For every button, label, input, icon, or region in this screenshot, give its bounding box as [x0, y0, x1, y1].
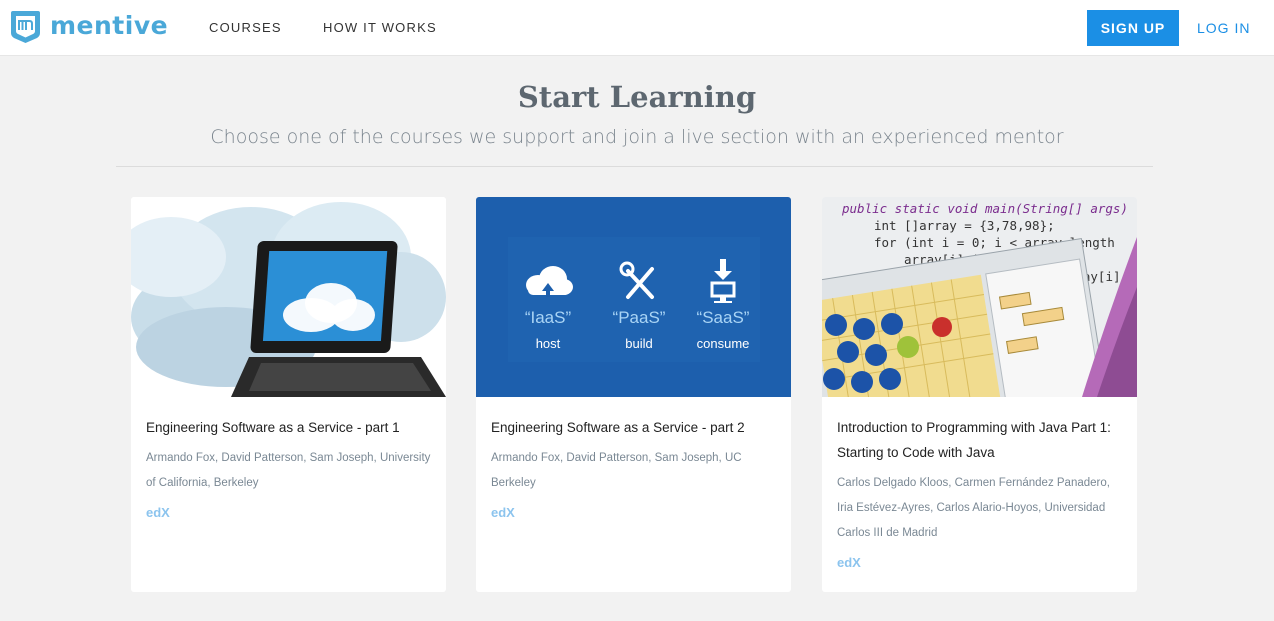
course-title[interactable]: Introduction to Programming with Java Pa… [837, 415, 1122, 465]
paas-sub-label: build [625, 336, 652, 351]
course-title[interactable]: Engineering Software as a Service - part… [146, 415, 431, 440]
course-title[interactable]: Engineering Software as a Service - part… [491, 415, 776, 440]
iaas-label: “IaaS” [525, 308, 572, 327]
nav-courses-link[interactable]: COURSES [209, 20, 282, 35]
code-line: int []array = {3,78,98}; [874, 218, 1055, 233]
divider [116, 166, 1153, 167]
code-line: public static void main(String[] args) [841, 201, 1128, 216]
page-subtitle: Choose one of the courses we support and… [210, 126, 1064, 148]
course-provider: edX [146, 505, 170, 520]
saas-sub-label: consume [697, 336, 750, 351]
iaas-paas-saas-image: “IaaS” host “PaaS” build “SaaS” consume [476, 197, 791, 397]
sign-up-button[interactable]: SIGN UP [1087, 10, 1179, 46]
java-code-image: public static void main(String[] args) i… [822, 197, 1137, 397]
course-provider: edX [837, 555, 861, 570]
course-provider: edX [491, 505, 515, 520]
mentive-logo[interactable]: mentive [9, 9, 168, 44]
course-card[interactable]: “IaaS” host “PaaS” build “SaaS” consume … [476, 197, 791, 592]
brand-name: mentive [50, 11, 169, 40]
cloud-laptop-image [131, 197, 446, 397]
log-in-link[interactable]: LOG IN [1197, 20, 1250, 36]
top-navbar: mentive COURSES HOW IT WORKS SIGN UP LOG… [0, 0, 1274, 56]
course-authors: Carlos Delgado Kloos, Carmen Fernández P… [837, 477, 1110, 539]
course-card[interactable]: Engineering Software as a Service - part… [131, 197, 446, 592]
course-card[interactable]: public static void main(String[] args) i… [822, 197, 1137, 592]
saas-label: “SaaS” [697, 308, 750, 327]
paas-label: “PaaS” [613, 308, 666, 327]
course-authors: Armando Fox, David Patterson, Sam Joseph… [491, 452, 742, 489]
iaas-sub-label: host [536, 336, 561, 351]
nav-how-it-works-link[interactable]: HOW IT WORKS [323, 20, 437, 35]
page-title: Start Learning [517, 80, 757, 114]
mentive-logo-icon [11, 11, 40, 43]
course-authors: Armando Fox, David Patterson, Sam Joseph… [146, 452, 431, 489]
